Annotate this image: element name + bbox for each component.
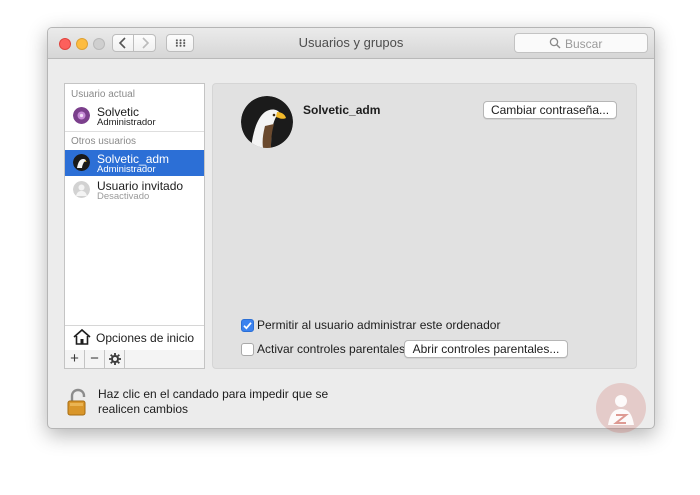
close-button[interactable] (59, 38, 71, 50)
user-list: Usuario actual Solvetic Administrador Ot… (64, 83, 205, 350)
login-options-item[interactable]: Opciones de inicio (65, 325, 204, 350)
titlebar: Usuarios y grupos Buscar (48, 28, 654, 59)
checkmark-icon (243, 322, 252, 330)
lock-icon[interactable] (67, 388, 89, 418)
window: Usuarios y grupos Buscar Usuario actual … (47, 27, 655, 429)
list-item-guest[interactable]: Usuario invitado Desactivado (65, 177, 204, 203)
list-toolbar: + − (64, 350, 205, 369)
search-icon (549, 37, 561, 49)
forward-button[interactable] (134, 34, 156, 52)
user-role: Desactivado (97, 191, 150, 202)
back-chevron-icon (118, 37, 126, 49)
open-parental-controls-button[interactable]: Abrir controles parentales... (404, 340, 568, 358)
lock-message: Haz clic en el candado para impedir que … (98, 387, 329, 416)
watermark-logo (596, 383, 646, 433)
action-menu-button[interactable] (105, 350, 125, 368)
list-item-current-user[interactable]: Solvetic Administrador (65, 103, 204, 129)
user-detail-panel: Solvetic_adm Cambiar contraseña... Permi… (212, 83, 637, 369)
parental-controls-label: Activar controles parentales (257, 342, 406, 356)
login-options-label: Opciones de inicio (96, 331, 195, 345)
back-button[interactable] (112, 34, 134, 52)
search-field[interactable]: Buscar (514, 33, 648, 53)
show-all-button[interactable] (166, 34, 194, 52)
search-placeholder: Buscar (565, 37, 603, 51)
section-current-user: Usuario actual (71, 89, 135, 100)
allow-admin-checkbox[interactable] (241, 319, 254, 332)
grid-icon (175, 39, 186, 47)
add-user-button[interactable]: + (65, 350, 85, 368)
list-item-solvetic-adm[interactable]: Solvetic_adm Administrador (65, 150, 204, 176)
eagle-avatar-icon[interactable] (241, 96, 293, 148)
guest-avatar-icon (73, 181, 90, 198)
parental-controls-checkbox[interactable] (241, 343, 254, 356)
divider (65, 131, 204, 132)
eagle-avatar-icon (73, 154, 90, 171)
purple-flower-avatar-icon (73, 107, 90, 124)
user-role: Administrador (97, 117, 156, 128)
house-icon (73, 328, 91, 345)
forward-chevron-icon (141, 37, 149, 49)
change-password-button[interactable]: Cambiar contraseña... (483, 101, 617, 119)
user-role: Administrador (97, 164, 156, 175)
window-title: Usuarios y grupos (298, 35, 404, 50)
remove-user-button[interactable]: − (85, 350, 105, 368)
section-other-users: Otros usuarios (71, 136, 137, 147)
detail-username: Solvetic_adm (303, 103, 381, 117)
minimize-button[interactable] (76, 38, 88, 50)
allow-admin-label: Permitir al usuario administrar este ord… (257, 318, 501, 332)
zoom-button[interactable] (93, 38, 105, 50)
gear-icon (108, 353, 121, 365)
